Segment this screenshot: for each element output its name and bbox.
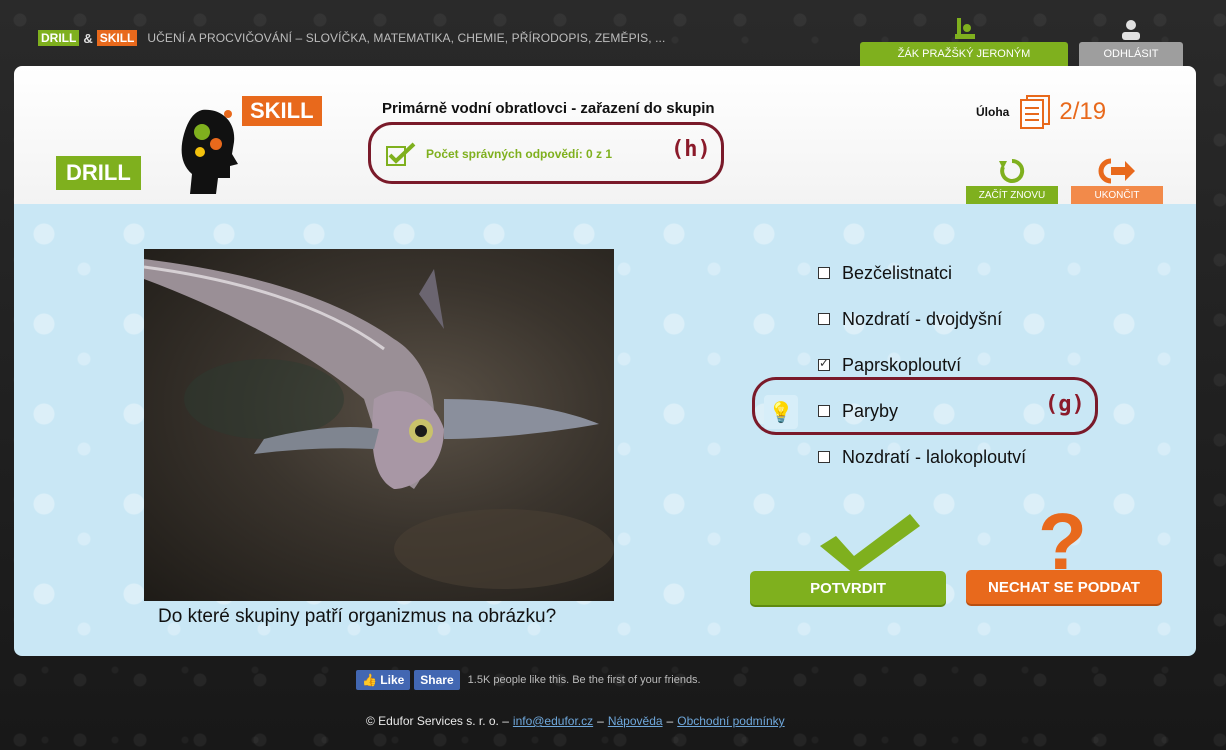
restart-icon: [966, 156, 1058, 186]
question-text: Do které skupiny patří organizmus na obr…: [158, 606, 557, 627]
brand-drill-tag: DRILL: [38, 30, 80, 46]
terms-link[interactable]: Obchodní podmínky: [677, 714, 784, 728]
page-title: Primárně vodní obratlovci - zařazení do …: [382, 100, 715, 117]
score-text: Počet správných odpovědí: 0 z 1: [426, 147, 613, 161]
option-label: Paprskoploutví: [842, 354, 962, 375]
footer-separator: –: [666, 714, 674, 728]
quiz-panel: Do které skupiny patří organizmus na obr…: [14, 204, 1196, 656]
logo-skill-text: SKILL: [242, 96, 322, 126]
help-link[interactable]: Nápověda: [608, 714, 663, 728]
user-profile-tab[interactable]: ŽÁK PRAŽŠKÝ JERONÝM: [860, 10, 1068, 66]
exit-icon: [1071, 156, 1163, 186]
option-label: Paryby: [842, 400, 899, 421]
option-checkbox[interactable]: [818, 451, 830, 463]
user-name-label: ŽÁK PRAŽŠKÝ JERONÝM: [860, 42, 1068, 66]
option-paryby[interactable]: Paryby: [818, 388, 1026, 434]
logout-label: ODHLÁSIT: [1079, 42, 1183, 66]
option-label: Bezčelistnatci: [842, 262, 953, 283]
fb-like-button[interactable]: 👍 Like: [356, 670, 411, 690]
logout-tab[interactable]: ODHLÁSIT: [1079, 10, 1183, 66]
task-count: 2/19: [1059, 98, 1107, 125]
option-paprskoploutvi[interactable]: Paprskoploutví: [818, 342, 1026, 388]
head-gears-icon: [172, 104, 242, 201]
option-checkbox[interactable]: [818, 267, 830, 279]
score-indicator: Počet správných odpovědí: 0 z 1: [386, 142, 612, 166]
top-bar: DRILL & SKILL UČENÍ A PROCVIČOVÁNÍ – SLO…: [38, 28, 665, 48]
option-label: Nozdratí - lalokoploutví: [842, 446, 1027, 467]
task-label: Úloha: [976, 105, 1010, 119]
logo-drill-text: DRILL: [56, 156, 141, 190]
confirm-button[interactable]: POTVRDIT: [750, 571, 946, 605]
end-label: UKONČIT: [1071, 186, 1163, 204]
answer-options: Bezčelistnatci Nozdratí - dvojdyšní Papr…: [818, 250, 1026, 480]
restart-label: ZAČÍT ZNOVU: [966, 186, 1058, 204]
brand-amp: &: [83, 30, 93, 46]
option-label: Nozdratí - dvojdyšní: [842, 308, 1003, 329]
option-nozdrati-lalokoploutvi[interactable]: Nozdratí - lalokoploutví: [818, 434, 1026, 480]
option-checkbox[interactable]: [818, 313, 830, 325]
email-link[interactable]: info@edufor.cz: [513, 714, 593, 728]
page-footer: © Edufor Services s. r. o. – info@edufor…: [366, 714, 785, 728]
hint-lightbulb-icon[interactable]: 💡: [764, 395, 798, 429]
fb-like-label: Like: [380, 673, 405, 687]
facebook-widget: 👍 Like Share 1.5K people like this. Be t…: [356, 670, 701, 690]
copyright: © Edufor Services s. r. o. –: [366, 714, 509, 728]
option-checkbox-checked[interactable]: [818, 356, 830, 371]
drill-skill-logo: DRILL SKILL: [52, 86, 352, 196]
option-bezcelistnatci[interactable]: Bezčelistnatci: [818, 250, 1026, 296]
site-description: UČENÍ A PROCVIČOVÁNÍ – SLOVÍČKA, MATEMAT…: [147, 31, 666, 45]
header-panel: DRILL SKILL Primárně vodní obratlovci - …: [14, 66, 1196, 204]
restart-button[interactable]: ZAČÍT ZNOVU: [966, 156, 1058, 204]
student-icon: [860, 10, 1068, 42]
checkbox-check-icon: [386, 142, 416, 166]
option-checkbox[interactable]: [818, 405, 830, 417]
task-counter: Úloha 2/19: [976, 94, 1106, 130]
brand-skill-tag: SKILL: [96, 30, 138, 46]
annotation-g-label: (g): [1045, 392, 1085, 417]
question-photo: [143, 249, 614, 601]
footer-separator: –: [597, 714, 604, 728]
fb-share-button[interactable]: Share: [414, 670, 460, 690]
annotation-h-label: (h): [671, 137, 711, 162]
documents-icon: [1020, 95, 1051, 129]
end-button[interactable]: UKONČIT: [1071, 156, 1163, 204]
fb-like-count: 1.5K people like this. Be the first of y…: [467, 674, 701, 686]
person-icon: [1079, 10, 1183, 42]
option-nozdrati-dvojdysni[interactable]: Nozdratí - dvojdyšní: [818, 296, 1026, 342]
give-up-button[interactable]: NECHAT SE PODDAT: [966, 570, 1162, 604]
